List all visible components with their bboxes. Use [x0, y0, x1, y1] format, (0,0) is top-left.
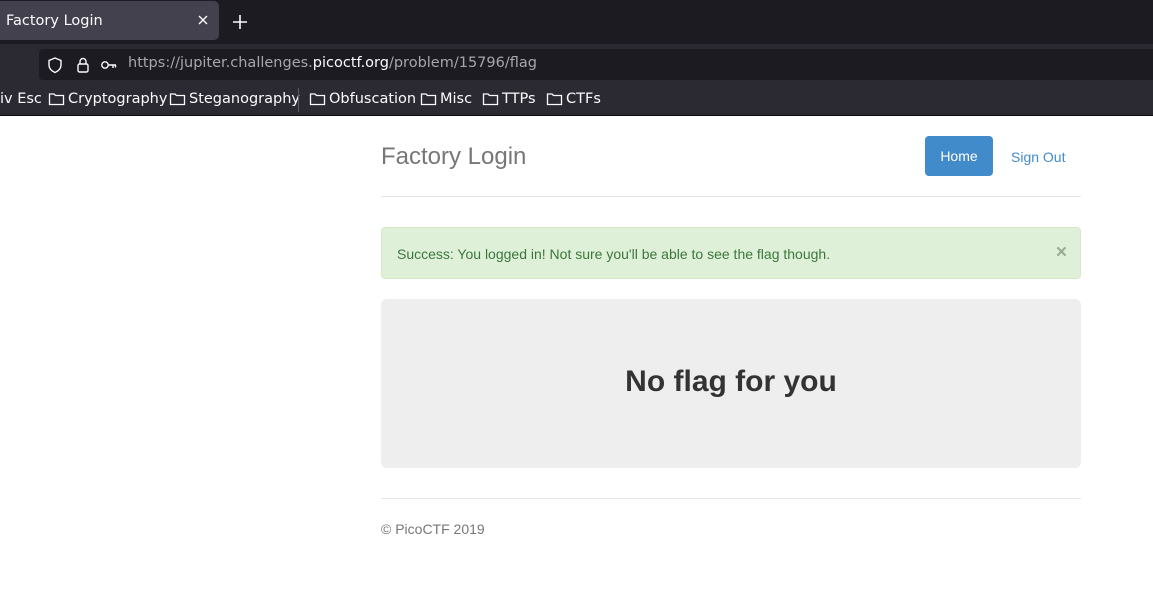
bookmark-cryptography[interactable]: Cryptography: [48, 91, 167, 107]
tab-title: Factory Login: [6, 12, 103, 29]
url-path: /problem/15796/flag: [388, 55, 537, 71]
folder-icon: [420, 93, 437, 106]
bookmark-label: TTPs: [502, 91, 536, 107]
plus-icon[interactable]: [231, 13, 249, 31]
bookmark-separator: [298, 88, 299, 112]
alert-message: Success: You logged in! Not sure you'll …: [397, 246, 831, 262]
close-icon[interactable]: [195, 12, 211, 28]
alert-close-button[interactable]: ×: [1056, 243, 1067, 263]
jumbotron: No flag for you: [381, 299, 1081, 468]
folder-icon: [482, 93, 499, 106]
key-icon[interactable]: [100, 56, 118, 74]
home-button[interactable]: Home: [925, 136, 993, 176]
folder-icon: [309, 93, 326, 106]
bookmark-obfuscation[interactable]: Obfuscation: [309, 91, 416, 107]
bookmark-label: CTFs: [566, 91, 601, 107]
url-text[interactable]: https://jupiter.challenges.picoctf.org/p…: [128, 55, 537, 71]
web-page: Factory Login Home Sign Out Success: You…: [0, 116, 1153, 594]
bookmark-label: Cryptography: [68, 91, 168, 107]
shield-icon[interactable]: [46, 56, 64, 74]
bookmark-ctfs[interactable]: CTFs: [546, 91, 601, 107]
flag-message: No flag for you: [625, 365, 837, 398]
url-bar[interactable]: https://jupiter.challenges.picoctf.org/p…: [39, 49, 1153, 80]
bookmark-misc[interactable]: Misc: [420, 91, 472, 107]
bookmark-priv-esc[interactable]: iv Esc: [0, 91, 42, 107]
tab-factory-login[interactable]: Factory Login: [0, 1, 219, 40]
bookmark-ttps[interactable]: TTPs: [482, 91, 536, 107]
bookmark-steganography[interactable]: Steganography: [169, 91, 300, 107]
bookmark-label: iv Esc: [0, 91, 42, 107]
folder-icon: [546, 93, 563, 106]
url-prefix: https://jupiter.challenges.: [128, 55, 313, 71]
lock-icon[interactable]: [74, 56, 92, 74]
success-alert: Success: You logged in! Not sure you'll …: [381, 227, 1081, 279]
bookmark-label: Steganography: [189, 91, 300, 107]
page-footer: © PicoCTF 2019: [381, 498, 1081, 558]
folder-icon: [48, 93, 65, 106]
navigation-toolbar: https://jupiter.challenges.picoctf.org/p…: [0, 44, 1153, 84]
bookmark-label: Obfuscation: [329, 91, 417, 107]
footer-copyright: © PicoCTF 2019: [381, 521, 485, 537]
url-domain: picoctf.org: [312, 55, 389, 71]
bookmark-label: Misc: [440, 91, 473, 107]
page-title: Factory Login: [381, 143, 527, 170]
tab-strip: Factory Login: [0, 0, 1153, 44]
page-header: Factory Login Home Sign Out: [381, 116, 1081, 197]
sign-out-link[interactable]: Sign Out: [1011, 149, 1065, 165]
folder-icon: [169, 93, 186, 106]
